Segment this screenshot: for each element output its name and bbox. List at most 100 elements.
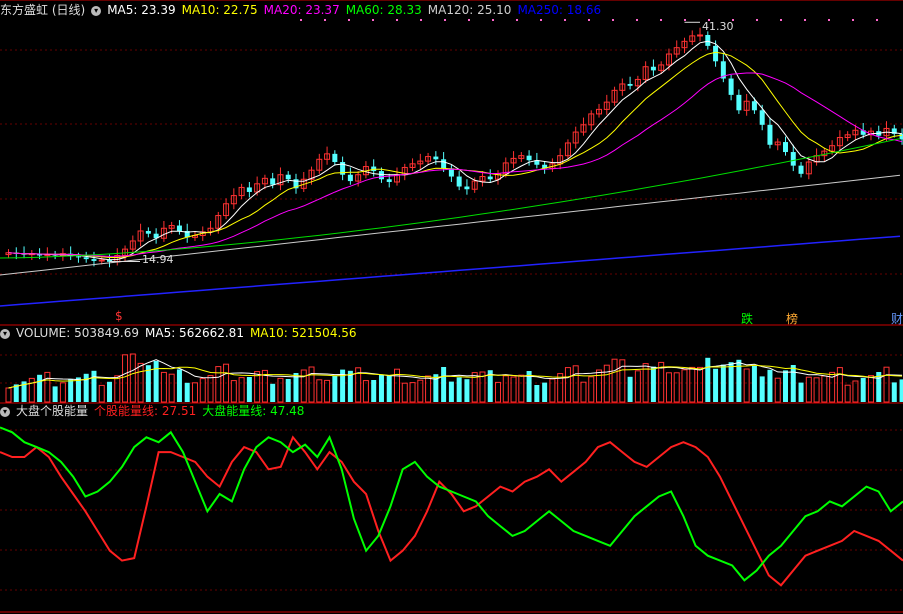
volume-bar-up [549,378,556,403]
volume-bar-down [720,364,726,402]
volume-bar-up [564,367,571,403]
marker-rank[interactable]: 榜 [786,310,798,327]
ma-legend-item: MA20: 23.37 [263,3,340,17]
volume-bar-down [37,374,43,402]
volume-bar-up [28,377,35,403]
volume-bar-down [790,365,796,402]
volume-bar-up [401,382,408,403]
volume-bar-up [409,382,416,403]
volume-bar-up [580,381,587,403]
volume-bar-down [534,385,540,402]
energy-line1-label: 个股能量线: 27.51 [94,404,197,418]
chart-canvas [0,0,903,613]
volume-bar-down [52,386,58,402]
volume-bar-down [456,377,462,402]
volume-bar-up [199,378,206,403]
candle-down [736,94,742,111]
top-dot [396,19,398,21]
volume-bar-down [107,381,113,402]
energy-title: 大盘个股能量 [16,404,89,418]
marker-drop[interactable]: 跌 [741,310,753,327]
candle-down [91,259,97,261]
candle-down [705,34,711,46]
volume-bar-up [160,371,167,403]
volume-bar-down [798,382,804,402]
settings-icon[interactable]: ▾ [91,5,102,16]
volume-bar-down [783,370,788,402]
volume-bar-down [441,367,447,402]
volume-bar-up [821,375,828,403]
volume-bar-up [44,371,51,403]
top-dot [564,19,566,21]
volume-bar-down [371,380,377,402]
volume-bar-down [448,381,454,402]
energy-line2-label: 大盘能量线: 47.48 [202,404,305,418]
stock-title[interactable]: 东方盛虹 (日线) [0,3,85,17]
top-dot [684,19,686,21]
ma-legend-item: MA10: 22.75 [181,3,258,17]
volume-bar-up [5,387,12,403]
volume-bar-up [852,380,859,403]
volume-bar-down [891,382,897,402]
volume-bar-up [300,369,307,403]
volume-bar-down [378,374,384,402]
candle-down [790,152,796,166]
volume-bar-up [689,366,696,403]
volume-title: VOLUME: 503849.69 [16,326,139,340]
volume-bar-down [153,361,159,402]
ma-legend-item: MA5: 23.39 [107,3,176,17]
volume-bar-down [899,379,903,402]
candle-down [83,257,89,260]
settings-icon[interactable]: ▾ [0,328,10,339]
candle-down [713,45,719,62]
ma120-line [0,174,901,276]
candle-down [627,83,633,86]
volume-bar-down [759,376,765,402]
marker-finance[interactable]: 财 [891,310,903,327]
volume-bar-down [386,375,392,402]
volume-bar-up [59,382,66,403]
candle-down [464,186,470,190]
volume-bar-up [502,375,509,403]
candle-down [759,110,765,125]
volume-bar-down [767,369,773,402]
top-dot [372,19,374,21]
volume-bar-down [68,379,74,402]
volume-bar-up [634,370,641,403]
volume-bar-up [425,375,432,403]
volume-bar-up [308,366,315,403]
volume-bar-down [184,382,190,402]
marker-dollar[interactable]: $ [115,309,123,323]
settings-icon[interactable]: ▾ [0,406,10,417]
volume-bar-down [270,383,276,402]
volume-bar-down [332,375,338,402]
volume-bar-up [122,354,129,403]
volume-ma5: MA5: 562662.81 [145,326,244,340]
candle-down [347,174,353,182]
top-dot [660,19,662,21]
volume-bar-up [207,375,214,403]
volume-bar-up [844,384,851,403]
volume-bar-up [743,368,750,403]
volume-bar-up [191,382,198,403]
chart-window: 东方盛虹 (日线) ▾ MA5: 23.39 MA10: 22.75 MA20: 23.… [0,0,903,614]
candle-up [697,34,704,37]
volume-bar-down [542,382,548,402]
volume-bar-down [464,379,470,402]
volume-bar-up [495,381,502,403]
low-price-label: 14.94 [142,253,174,266]
ma5-line [8,40,903,261]
volume-bar-up [681,369,688,403]
volume-bar-up [673,372,680,403]
top-dot [588,19,590,21]
candle-up [98,259,105,262]
candle-down [285,174,291,180]
volume-panel-header: ▾ VOLUME: 503849.69 MA5: 562662.81 MA10: 52… [0,325,363,341]
candle-down [798,165,804,174]
volume-bar-up [813,377,820,403]
candle-down [145,230,151,234]
candle-down [767,124,773,145]
volume-bar-down [751,366,757,402]
volume-bar-up [230,380,237,403]
volume-bar-up [215,366,222,403]
